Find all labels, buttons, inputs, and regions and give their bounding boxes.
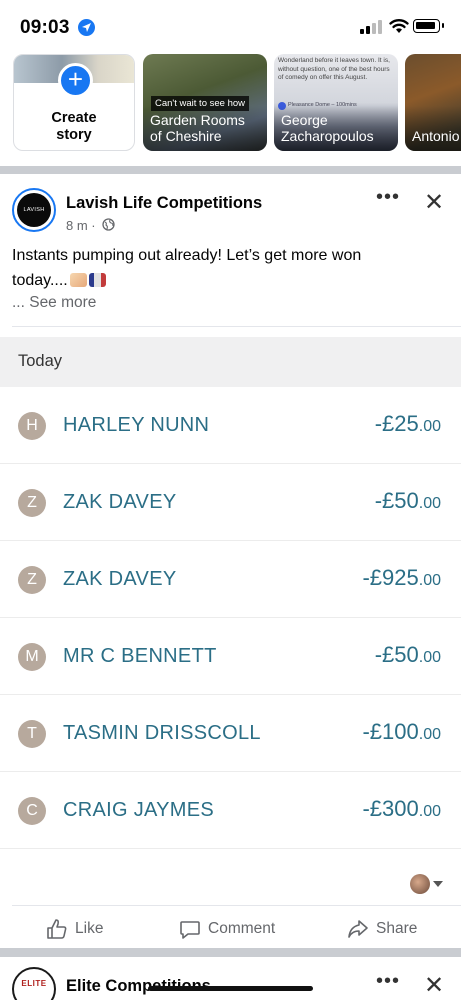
post-author-name[interactable]: Lavish Life Competitions [66, 194, 262, 213]
comment-bubble-icon [180, 921, 200, 939]
close-icon[interactable]: ✕ [424, 188, 444, 217]
transaction-amount: -£300.00 [362, 796, 441, 821]
transaction-row: C CRAIG JAYMES -£300.00 [0, 772, 461, 849]
payee-initial-badge: T [18, 720, 46, 748]
payee-initial-badge: M [18, 643, 46, 671]
story-author-name: George Zacharopoulos [281, 112, 374, 144]
payee-initial-badge: H [18, 412, 46, 440]
story-caption: Wonderland before it leaves town. It is,… [278, 57, 390, 81]
plus-icon: + [58, 63, 93, 98]
reaction-profile-avatar[interactable] [410, 874, 430, 894]
page-avatar[interactable]: LAVISH LIFE [12, 188, 56, 247]
section-divider [0, 166, 461, 174]
wifi-icon [389, 19, 409, 33]
divider [12, 905, 461, 906]
see-more-link[interactable]: ... See more [12, 294, 96, 312]
post-meta: 8 m · [66, 218, 115, 233]
share-arrow-icon [348, 920, 368, 938]
post-text: Instants pumping out already! Let’s get … [12, 247, 362, 289]
payee-initial-badge: Z [18, 489, 46, 517]
post-image-transactions[interactable]: Today H HARLEY NUNN -£25.00 Z ZAK DAVEY … [0, 337, 461, 851]
create-story-card[interactable]: + Create story [13, 54, 135, 151]
transaction-row: Z ZAK DAVEY -£50.00 [0, 464, 461, 541]
transaction-amount: -£25.00 [374, 411, 441, 436]
story-card[interactable]: Antonio [405, 54, 461, 151]
chevron-down-icon[interactable] [433, 881, 443, 887]
clapping-hands-emoji-icon [69, 272, 87, 287]
payee-name: MR C BENNETT [63, 645, 217, 667]
payee-name: HARLEY NUNN [63, 414, 210, 436]
transaction-amount: -£100.00 [362, 719, 441, 744]
payee-name: ZAK DAVEY [63, 491, 177, 513]
transaction-row: Z ZAK DAVEY -£925.00 [0, 541, 461, 618]
money-emoji-icon [88, 272, 106, 287]
status-bar: 09:03 [0, 0, 461, 54]
payee-name: CRAIG JAYMES [63, 799, 215, 821]
stories-tray: + Create story Can't wait to see how Gar… [0, 54, 461, 166]
create-story-label: Create story [51, 110, 97, 143]
location-arrow-icon [78, 19, 95, 36]
cellular-signal-icon [360, 20, 382, 34]
payee-name: TASMIN DRISSCOLL [63, 722, 261, 744]
battery-icon [413, 19, 444, 33]
payee-initial-badge: C [18, 797, 46, 825]
transaction-row: M MR C BENNETT -£50.00 [0, 618, 461, 695]
section-divider [0, 948, 461, 957]
more-options-icon[interactable]: ••• [376, 186, 400, 209]
story-card[interactable]: Can't wait to see how Garden Rooms of Ch… [143, 54, 267, 151]
transactions-date-header: Today [0, 337, 461, 387]
post-timestamp: 8 m · [66, 218, 96, 233]
story-author-name: Antonio [412, 128, 460, 144]
thumbs-up-icon [47, 919, 67, 939]
home-indicator[interactable] [148, 986, 313, 991]
transaction-amount: -£50.00 [374, 642, 441, 667]
status-time: 09:03 [20, 17, 70, 38]
close-icon[interactable]: ✕ [424, 971, 444, 1000]
story-card[interactable]: Wonderland before it leaves town. It is,… [274, 54, 398, 151]
transaction-amount: -£50.00 [374, 488, 441, 513]
page-avatar[interactable]: ELITE [12, 967, 56, 1000]
globe-icon [102, 218, 115, 231]
payee-name: ZAK DAVEY [63, 568, 177, 590]
transaction-amount: -£925.00 [362, 565, 441, 590]
divider [12, 326, 461, 327]
payee-initial-badge: Z [18, 566, 46, 594]
transaction-row: T TASMIN DRISSCOLL -£100.00 [0, 695, 461, 772]
story-author-name: Garden Rooms of Cheshire [150, 112, 245, 144]
transaction-row: H HARLEY NUNN -£25.00 [0, 387, 461, 464]
more-options-icon[interactable]: ••• [376, 970, 400, 993]
